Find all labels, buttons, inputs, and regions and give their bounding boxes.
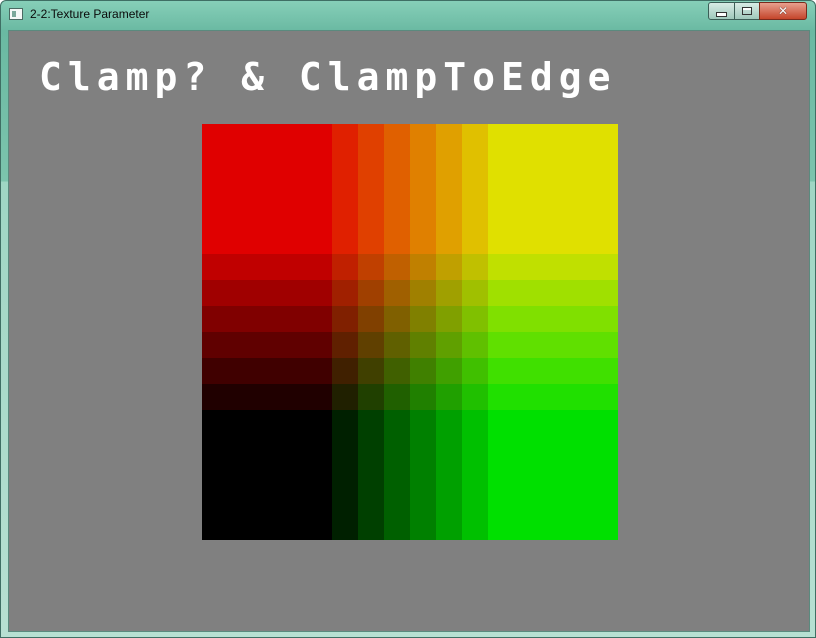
texel [410, 384, 436, 410]
texel [436, 410, 462, 540]
texel [384, 384, 410, 410]
texel [488, 332, 618, 358]
texel [462, 124, 488, 254]
maximize-icon [742, 7, 752, 15]
texel [384, 332, 410, 358]
texel [332, 306, 358, 332]
close-button[interactable]: ✕ [759, 2, 807, 20]
texel [436, 280, 462, 306]
texel [332, 280, 358, 306]
texel [358, 358, 384, 384]
texel [462, 384, 488, 410]
texel [410, 254, 436, 280]
texel [436, 332, 462, 358]
texel [384, 280, 410, 306]
texel [202, 254, 332, 280]
texel [202, 124, 332, 254]
texel [332, 384, 358, 410]
texel [358, 306, 384, 332]
texel [358, 384, 384, 410]
texel [410, 124, 436, 254]
texel [488, 254, 618, 280]
title-bar[interactable]: 2-2:Texture Parameter ✕ [1, 1, 815, 29]
window-title: 2-2:Texture Parameter [30, 7, 150, 21]
texel [488, 306, 618, 332]
texel [462, 332, 488, 358]
texel [488, 384, 618, 410]
texel [462, 254, 488, 280]
texel [332, 410, 358, 540]
texel [410, 306, 436, 332]
texel [436, 358, 462, 384]
close-icon: ✕ [777, 4, 789, 18]
texel [488, 358, 618, 384]
scene-heading: Clamp? & ClampToEdge [39, 55, 617, 99]
texel [202, 280, 332, 306]
texel [410, 358, 436, 384]
texel [410, 410, 436, 540]
texel [202, 358, 332, 384]
maximize-button[interactable] [734, 2, 760, 20]
texel [488, 124, 618, 254]
texel [436, 254, 462, 280]
app-window: 2-2:Texture Parameter ✕ Clamp? & ClampTo… [0, 0, 816, 638]
texel [488, 280, 618, 306]
texel [332, 254, 358, 280]
texel [410, 280, 436, 306]
texel [358, 124, 384, 254]
minimize-icon [716, 11, 727, 17]
texel [358, 332, 384, 358]
texel [462, 358, 488, 384]
texel [436, 306, 462, 332]
texel [436, 384, 462, 410]
texel [358, 410, 384, 540]
texel [488, 410, 618, 540]
texel [384, 410, 410, 540]
texel [202, 332, 332, 358]
render-viewport[interactable]: Clamp? & ClampToEdge [8, 30, 810, 632]
texel [358, 254, 384, 280]
texture-quad [202, 124, 618, 540]
texel [332, 124, 358, 254]
texel [202, 384, 332, 410]
texel [358, 280, 384, 306]
window-app-icon[interactable] [9, 8, 23, 20]
texel [410, 332, 436, 358]
texel [462, 410, 488, 540]
texel [384, 254, 410, 280]
texel [332, 358, 358, 384]
texel [202, 306, 332, 332]
texel [202, 410, 332, 540]
texel [462, 306, 488, 332]
texel [384, 306, 410, 332]
texel [462, 280, 488, 306]
texel [384, 358, 410, 384]
minimize-button[interactable] [708, 2, 735, 20]
texel [436, 124, 462, 254]
texel [332, 332, 358, 358]
texel [384, 124, 410, 254]
